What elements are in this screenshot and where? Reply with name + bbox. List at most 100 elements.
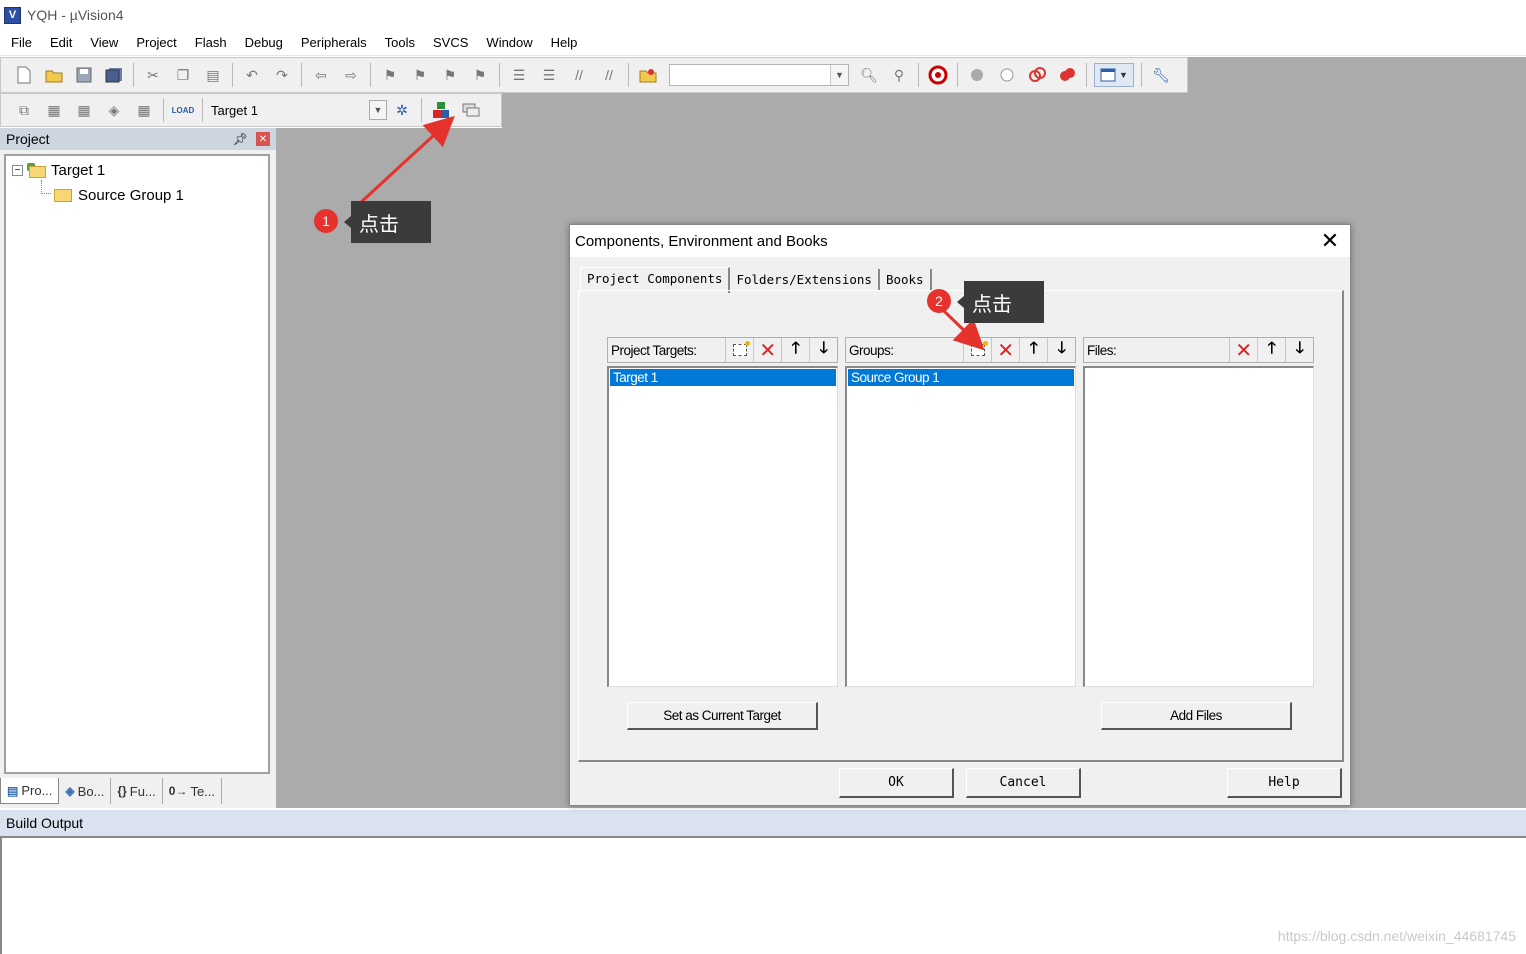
- build-icon[interactable]: ▦: [42, 98, 66, 122]
- kill-breakpoints-icon[interactable]: [1055, 63, 1079, 87]
- tab-templates[interactable]: 0→ Te...: [163, 778, 223, 804]
- toolbar-separator: [301, 63, 302, 87]
- unindent-icon[interactable]: ☰: [537, 63, 561, 87]
- comment-icon[interactable]: //: [567, 63, 591, 87]
- menu-edit[interactable]: Edit: [41, 30, 81, 56]
- project-pane-tabs: ▤ Pro... ◈ Bo... {} Fu... 0→ Te...: [0, 776, 276, 806]
- batch-build-icon[interactable]: ◈: [102, 98, 126, 122]
- menu-debug[interactable]: Debug: [236, 30, 292, 56]
- cancel-button[interactable]: Cancel: [966, 768, 1081, 798]
- annotation-badge-2: 2: [927, 289, 951, 313]
- move-up-icon[interactable]: 🡑: [1019, 338, 1047, 362]
- navigate-forward-icon[interactable]: ⇨: [339, 63, 363, 87]
- translate-icon[interactable]: ⧉: [12, 98, 36, 122]
- delete-file-icon[interactable]: ✕: [1229, 338, 1257, 362]
- new-group-icon[interactable]: [963, 338, 991, 362]
- menu-tools[interactable]: Tools: [376, 30, 424, 56]
- stop-build-icon[interactable]: ▦: [132, 98, 156, 122]
- redo-icon[interactable]: ↷: [270, 63, 294, 87]
- menu-flash[interactable]: Flash: [186, 30, 236, 56]
- undo-icon[interactable]: ↶: [240, 63, 264, 87]
- delete-target-icon[interactable]: ✕: [753, 338, 781, 362]
- window-layout-icon[interactable]: ▼: [1094, 63, 1134, 87]
- chevron-down-icon[interactable]: ▼: [369, 100, 387, 120]
- menu-project[interactable]: Project: [127, 30, 185, 56]
- move-down-icon[interactable]: 🡓: [1047, 338, 1075, 362]
- close-icon[interactable]: ✕: [1310, 228, 1350, 254]
- open-folder-icon[interactable]: [42, 63, 66, 87]
- toolbar-separator: [133, 63, 134, 87]
- tree-item-target[interactable]: − Target 1: [12, 162, 105, 179]
- debug-session-icon[interactable]: [926, 63, 950, 87]
- add-files-button[interactable]: Add Files: [1101, 702, 1292, 730]
- next-bookmark-icon[interactable]: ⚑: [438, 63, 462, 87]
- prev-bookmark-icon[interactable]: ⚑: [408, 63, 432, 87]
- menu-peripherals[interactable]: Peripherals: [292, 30, 376, 56]
- cut-icon[interactable]: ✂: [141, 63, 165, 87]
- tab-functions[interactable]: {} Fu...: [111, 778, 163, 804]
- uncomment-icon[interactable]: //: [597, 63, 621, 87]
- tab-folders-extensions[interactable]: Folders/Extensions: [730, 269, 880, 291]
- clear-bookmarks-icon[interactable]: ⚑: [468, 63, 492, 87]
- move-down-icon[interactable]: 🡓: [809, 338, 837, 362]
- project-pane: Project 📌︎ ✕ − Target 1 Source Group 1 ▤…: [0, 128, 276, 808]
- project-pane-header: Project 📌︎ ✕: [0, 128, 276, 150]
- new-target-icon[interactable]: [725, 338, 753, 362]
- disable-breakpoints-icon[interactable]: [1025, 63, 1049, 87]
- pin-icon[interactable]: 📌︎: [233, 132, 248, 146]
- rebuild-icon[interactable]: ▦: [72, 98, 96, 122]
- tab-books[interactable]: ◈ Bo...: [59, 778, 112, 804]
- build-output-header: Build Output: [0, 808, 1526, 836]
- tab-books[interactable]: Books: [880, 269, 932, 291]
- move-down-icon[interactable]: 🡓: [1285, 338, 1313, 362]
- collapse-icon[interactable]: −: [12, 165, 23, 176]
- tree-item-source-group[interactable]: Source Group 1: [54, 187, 184, 204]
- move-up-icon[interactable]: 🡑: [1257, 338, 1285, 362]
- groups-header: Groups: ✕ 🡑 🡓: [845, 337, 1076, 363]
- paste-icon[interactable]: ▤: [201, 63, 225, 87]
- find-combo[interactable]: ▼: [669, 64, 849, 86]
- navigate-back-icon[interactable]: ⇦: [309, 63, 333, 87]
- close-icon[interactable]: ✕: [256, 132, 270, 146]
- files-label: Files:: [1087, 342, 1117, 358]
- download-load-icon[interactable]: LOAD: [171, 98, 195, 122]
- project-pane-title: Project: [6, 131, 50, 147]
- menu-help[interactable]: Help: [542, 30, 587, 56]
- move-up-icon[interactable]: 🡑: [781, 338, 809, 362]
- bookmark-icon[interactable]: ⚑: [378, 63, 402, 87]
- menu-window[interactable]: Window: [477, 30, 541, 56]
- target-options-icon[interactable]: ✲: [390, 98, 414, 122]
- new-file-icon[interactable]: [12, 63, 36, 87]
- templates-tab-icon: 0→: [168, 784, 188, 798]
- indent-icon[interactable]: ☰: [507, 63, 531, 87]
- watermark: https://blog.csdn.net/weixin_44681745: [1277, 928, 1516, 944]
- list-item[interactable]: Source Group 1: [848, 369, 1074, 386]
- find-icon[interactable]: 🔍︎: [857, 63, 881, 87]
- set-current-target-button[interactable]: Set as Current Target: [627, 702, 818, 730]
- help-button[interactable]: Help: [1227, 768, 1342, 798]
- groups-listbox[interactable]: Source Group 1: [845, 366, 1076, 687]
- menu-view[interactable]: View: [81, 30, 127, 56]
- insert-breakpoint-icon[interactable]: [965, 63, 989, 87]
- annotation-callout-2: 点击: [957, 281, 1044, 323]
- copy-icon[interactable]: ❐: [171, 63, 195, 87]
- incremental-find-icon[interactable]: ⚲: [887, 63, 911, 87]
- tab-project[interactable]: ▤ Pro...: [0, 778, 60, 804]
- save-icon[interactable]: [72, 63, 96, 87]
- list-item[interactable]: Target 1: [610, 369, 836, 386]
- manage-books-icon[interactable]: [459, 98, 483, 122]
- ok-button[interactable]: OK: [839, 768, 954, 798]
- configure-wrench-icon[interactable]: 🔧︎: [1149, 63, 1173, 87]
- manage-components-icon[interactable]: [429, 98, 453, 122]
- menu-svcs[interactable]: SVCS: [424, 30, 477, 56]
- delete-group-icon[interactable]: ✕: [991, 338, 1019, 362]
- find-in-files-icon[interactable]: [636, 63, 660, 87]
- chevron-down-icon[interactable]: ▼: [830, 65, 848, 85]
- build-output-panel[interactable]: https://blog.csdn.net/weixin_44681745: [0, 836, 1526, 954]
- save-all-icon[interactable]: [102, 63, 126, 87]
- enable-breakpoint-icon[interactable]: [995, 63, 1019, 87]
- target-select[interactable]: Target 1 ▼: [207, 99, 387, 121]
- files-listbox[interactable]: [1083, 366, 1314, 687]
- menu-file[interactable]: File: [2, 30, 41, 56]
- targets-listbox[interactable]: Target 1: [607, 366, 838, 687]
